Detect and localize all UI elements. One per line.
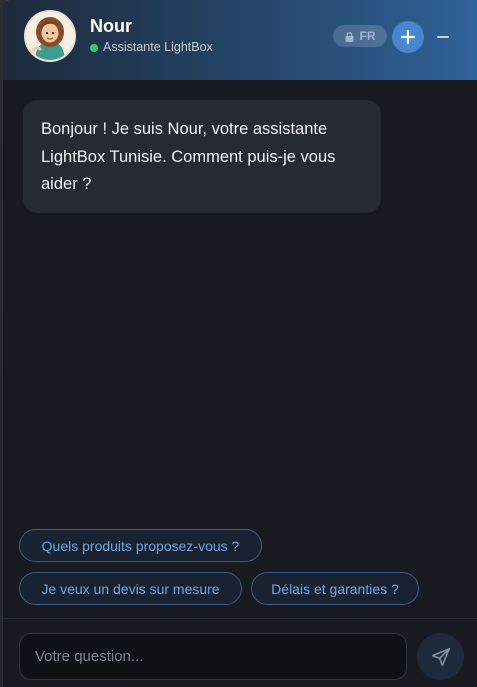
chat-widget: Nour Assistante LightBox FR Bonjour ! Je (2, 0, 477, 687)
message-input[interactable] (19, 633, 407, 680)
new-chat-button[interactable] (392, 21, 424, 53)
agent-name: Nour (90, 16, 132, 36)
online-status-dot (90, 44, 98, 52)
agent-subtitle: Assistante LightBox (103, 40, 213, 54)
composer (3, 618, 477, 687)
send-button[interactable] (417, 633, 464, 680)
agent-avatar (24, 10, 76, 62)
suggestion-chip-products[interactable]: Quels produits proposez-vous ? (19, 529, 262, 562)
message-list: Bonjour ! Je suis Nour, votre assistante… (3, 80, 477, 520)
minimize-button[interactable] (431, 21, 455, 53)
language-badge[interactable]: FR (333, 25, 387, 47)
language-label: FR (359, 29, 376, 43)
chat-header: Nour Assistante LightBox FR (3, 0, 477, 80)
suggestion-chips: Quels produits proposez-vous ? Je veux u… (3, 528, 477, 608)
suggestion-chip-delays[interactable]: Délais et garanties ? (251, 572, 419, 605)
avatar-illustration-icon (26, 12, 74, 60)
plus-icon (401, 30, 415, 44)
suggestion-chip-quote[interactable]: Je veux un devis sur mesure (19, 572, 242, 605)
send-icon (431, 647, 450, 666)
minus-icon (437, 36, 449, 38)
lock-icon (345, 31, 354, 42)
bot-message: Bonjour ! Je suis Nour, votre assistante… (23, 100, 381, 213)
